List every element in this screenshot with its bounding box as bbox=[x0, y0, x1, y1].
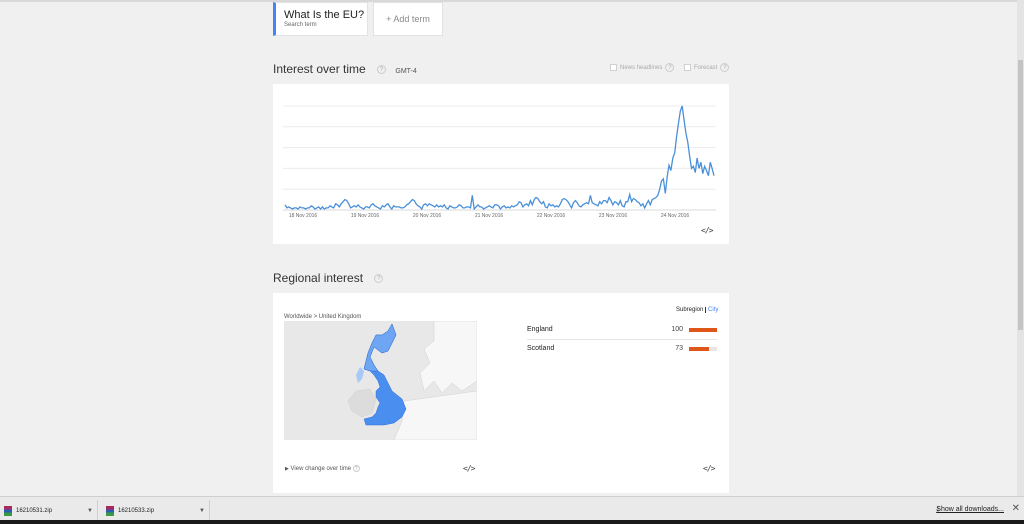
x-tick-label: 24 Nov 2016 bbox=[661, 213, 690, 219]
region-bar-england bbox=[689, 328, 717, 332]
news-help-icon[interactable]: ? bbox=[665, 63, 675, 72]
region-bar-fill bbox=[689, 347, 710, 351]
close-icon[interactable]: ✕ bbox=[1012, 503, 1020, 514]
region-row-value-england: 100 bbox=[671, 326, 683, 333]
interest-over-time-title: Interest over time ? GMT-4 bbox=[273, 62, 417, 76]
regional-title-text: Regional interest bbox=[273, 271, 364, 285]
interest-line-chart: 18 Nov 2016 19 Nov 2016 20 Nov 2016 21 Nov … bbox=[283, 105, 716, 219]
show-all-downloads-link[interactable]: Show all downloads... bbox=[936, 506, 1004, 513]
news-headlines-toggle[interactable]: News headlines ? bbox=[610, 63, 675, 72]
download-filename-1: 16210531.zip bbox=[16, 508, 53, 514]
list-embed-code-icon[interactable]: </> bbox=[703, 464, 715, 473]
forecast-checkbox[interactable] bbox=[684, 64, 691, 71]
view-change-over-time-link[interactable]: ▶ View change over time ? bbox=[285, 465, 360, 472]
page-scrollbar[interactable] bbox=[1017, 0, 1024, 496]
chevron-down-icon[interactable]: ▼ bbox=[199, 508, 205, 514]
city-tab[interactable]: City bbox=[708, 307, 718, 313]
series-line[interactable] bbox=[284, 105, 715, 211]
region-row-label-scotland: Scotland bbox=[527, 345, 555, 352]
subregion-city-toggle[interactable]: Subregion City bbox=[676, 307, 718, 313]
x-tick-label: 23 Nov 2016 bbox=[599, 213, 628, 219]
taskbar-edge bbox=[0, 520, 1024, 524]
region-bar-scotland bbox=[689, 347, 717, 351]
download-filename-2: 16210533.zip bbox=[118, 508, 155, 514]
help-icon[interactable]: ? bbox=[377, 65, 387, 75]
x-tick-label: 19 Nov 2016 bbox=[351, 213, 380, 219]
x-tick-label: 22 Nov 2016 bbox=[537, 213, 566, 219]
browser-top-edge bbox=[0, 0, 1024, 2]
interest-chart-panel: 18 Nov 2016 19 Nov 2016 20 Nov 2016 21 Nov … bbox=[273, 84, 729, 244]
map-embed-code-icon[interactable]: </> bbox=[463, 464, 475, 473]
scrollbar-thumb[interactable] bbox=[1018, 60, 1023, 330]
add-term-button[interactable]: + Add term bbox=[373, 2, 443, 36]
chevron-down-icon[interactable]: ▼ bbox=[87, 508, 93, 514]
expand-triangle-icon: ▶ bbox=[285, 466, 289, 473]
regional-help-icon[interactable]: ? bbox=[374, 274, 384, 284]
zip-file-icon bbox=[106, 506, 114, 516]
x-tick-label: 21 Nov 2016 bbox=[475, 213, 504, 219]
forecast-toggle[interactable]: Forecast ? bbox=[684, 63, 730, 72]
regional-interest-title: Regional interest ? bbox=[273, 271, 384, 285]
region-bar-fill bbox=[689, 328, 717, 332]
embed-code-icon[interactable]: </> bbox=[701, 226, 713, 235]
interest-title-text: Interest over time bbox=[273, 62, 366, 76]
x-tick-label: 18 Nov 2016 bbox=[289, 213, 318, 219]
subregion-tab[interactable]: Subregion bbox=[676, 307, 707, 313]
zip-file-icon bbox=[4, 506, 12, 516]
region-row-value-scotland: 73 bbox=[675, 345, 683, 352]
uk-region-map[interactable] bbox=[284, 321, 477, 440]
forecast-label: Forecast bbox=[694, 64, 718, 71]
download-item-1[interactable]: 16210531.zip ▼ bbox=[0, 500, 98, 522]
news-headlines-label: News headlines bbox=[620, 64, 663, 71]
region-row-label-england: England bbox=[527, 326, 553, 333]
region-breadcrumb[interactable]: Worldwide > United Kingdom bbox=[284, 314, 361, 320]
news-headlines-checkbox[interactable] bbox=[610, 64, 617, 71]
row-divider bbox=[527, 339, 717, 340]
download-item-2[interactable]: 16210533.zip ▼ bbox=[100, 500, 210, 522]
search-term-type: Search term bbox=[284, 22, 317, 28]
search-term-card[interactable]: What Is the EU? Search term bbox=[273, 2, 368, 36]
timezone-label: GMT-4 bbox=[395, 68, 417, 75]
search-term-text: What Is the EU? bbox=[284, 9, 365, 21]
regional-interest-panel: Worldwide > United Kingdom ▶ View change… bbox=[273, 293, 729, 493]
x-tick-label: 20 Nov 2016 bbox=[413, 213, 442, 219]
view-change-label: View change over time bbox=[290, 466, 352, 473]
forecast-help-icon[interactable]: ? bbox=[720, 63, 730, 72]
view-change-help-icon[interactable]: ? bbox=[352, 465, 360, 472]
